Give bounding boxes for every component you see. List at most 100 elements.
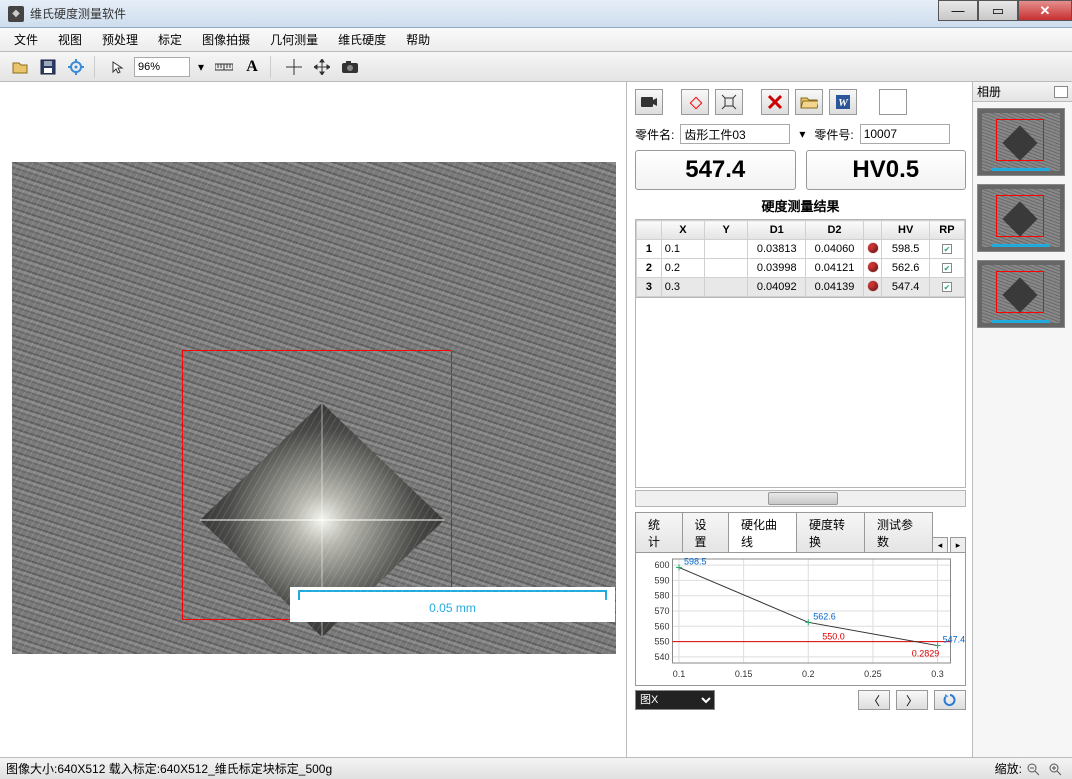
- th-d1[interactable]: D1: [748, 221, 806, 240]
- delete-icon[interactable]: [761, 89, 789, 115]
- album-title: 相册: [977, 83, 1001, 100]
- part-number-label: 零件号:: [814, 126, 853, 143]
- table-empty-area: [635, 298, 966, 488]
- expand-icon[interactable]: [715, 89, 743, 115]
- zoom-select[interactable]: [134, 57, 190, 77]
- chart-axis-select[interactable]: 图X: [635, 690, 715, 710]
- svg-text:590: 590: [654, 575, 669, 585]
- hardening-chart: 5405505605705805906000.10.150.20.250.355…: [635, 552, 966, 686]
- roi-rectangle[interactable]: [182, 350, 452, 620]
- svg-text:580: 580: [654, 591, 669, 601]
- tab-scroll-left[interactable]: ◂: [932, 537, 948, 553]
- zoom-out-icon[interactable]: [1025, 761, 1041, 777]
- statusbar: 图像大小:640X512 载入标定:640X512_维氏标定块标定_500g 缩…: [0, 757, 1072, 779]
- album-thumb[interactable]: [977, 260, 1065, 328]
- part-name-label: 零件名:: [635, 126, 674, 143]
- album-panel: 相册: [972, 82, 1072, 757]
- svg-text:600: 600: [654, 560, 669, 570]
- result-title: 硬度测量结果: [635, 196, 966, 215]
- menu-file[interactable]: 文件: [4, 28, 48, 51]
- menu-preprocess[interactable]: 预处理: [92, 28, 148, 51]
- camera-icon[interactable]: [338, 55, 362, 79]
- pointer-icon[interactable]: [106, 55, 130, 79]
- ruler-icon[interactable]: [212, 55, 236, 79]
- svg-text:570: 570: [654, 606, 669, 616]
- th-hv[interactable]: HV: [882, 221, 929, 240]
- word-export-icon[interactable]: W: [829, 89, 857, 115]
- open-icon[interactable]: [8, 55, 32, 79]
- maximize-button[interactable]: ▭: [978, 0, 1018, 21]
- th-d2[interactable]: D2: [806, 221, 864, 240]
- svg-text:550: 550: [654, 637, 669, 647]
- svg-text:598.5: 598.5: [684, 556, 707, 566]
- indentation-diamond: [192, 390, 452, 650]
- zoom-label: 缩放:: [995, 760, 1022, 777]
- svg-text:W: W: [838, 97, 849, 109]
- svg-text:562.6: 562.6: [813, 611, 836, 621]
- table-row[interactable]: 10.10.038130.04060598.5: [637, 240, 965, 259]
- move-icon[interactable]: [310, 55, 334, 79]
- th-y[interactable]: Y: [705, 221, 748, 240]
- chart-next-button[interactable]: 〉: [896, 690, 928, 710]
- main-toolbar: ▾ A: [0, 52, 1072, 82]
- status-text: 图像大小:640X512 载入标定:640X512_维氏标定块标定_500g: [6, 760, 332, 777]
- th-index[interactable]: [637, 221, 662, 240]
- blank-button[interactable]: [879, 89, 907, 115]
- tabs-row: 统计 设置 硬化曲线 硬度转换 测试参数 ◂ ▸: [635, 511, 966, 553]
- menubar: 文件 视图 预处理 标定 图像拍摄 几何测量 维氏硬度 帮助: [0, 28, 1072, 52]
- th-x[interactable]: X: [661, 221, 704, 240]
- minimize-button[interactable]: —: [938, 0, 978, 21]
- tab-test-params[interactable]: 测试参数: [864, 512, 933, 553]
- menu-help[interactable]: 帮助: [396, 28, 440, 51]
- window-title: 维氏硬度测量软件: [30, 5, 126, 22]
- part-name-select[interactable]: [680, 124, 790, 144]
- scale-bar: 0.05 mm: [290, 587, 615, 622]
- svg-text:0.2: 0.2: [802, 669, 815, 679]
- folder-open-icon[interactable]: [795, 89, 823, 115]
- svg-text:0.25: 0.25: [864, 669, 882, 679]
- close-button[interactable]: ✕: [1018, 0, 1072, 21]
- zoom-dropdown-icon[interactable]: ▾: [194, 55, 208, 79]
- hv-value-display: 547.4: [635, 150, 796, 190]
- th-rp[interactable]: RP: [929, 221, 964, 240]
- scale-label: 0.05 mm: [290, 601, 615, 615]
- crosshair-icon[interactable]: [282, 55, 306, 79]
- part-number-input[interactable]: [860, 124, 950, 144]
- menu-view[interactable]: 视图: [48, 28, 92, 51]
- svg-text:0.1: 0.1: [673, 669, 686, 679]
- chart-prev-button[interactable]: 〈: [858, 690, 890, 710]
- microscope-image: 0.05 mm: [12, 162, 616, 654]
- th-marker[interactable]: [863, 221, 882, 240]
- tab-convert[interactable]: 硬度转换: [796, 512, 865, 553]
- chart-refresh-button[interactable]: [934, 690, 966, 710]
- table-row[interactable]: 30.30.040920.04139547.4: [637, 278, 965, 297]
- tab-settings[interactable]: 设置: [682, 512, 730, 553]
- image-panel[interactable]: 0.05 mm: [0, 82, 626, 757]
- table-row[interactable]: 20.20.039980.04121562.6: [637, 259, 965, 278]
- text-icon[interactable]: A: [240, 55, 264, 79]
- album-popout-icon[interactable]: [1054, 86, 1068, 98]
- table-hscroll[interactable]: [635, 490, 966, 507]
- zoom-in-icon[interactable]: [1047, 761, 1063, 777]
- svg-text:547.4: 547.4: [943, 635, 965, 645]
- measurement-panel: W 零件名: ▾ 零件号: 547.4 HV0.5 硬度测量结果: [626, 82, 972, 757]
- tab-hardening-curve[interactable]: 硬化曲线: [728, 512, 797, 554]
- app-icon: ◆: [8, 6, 24, 22]
- album-thumb[interactable]: [977, 108, 1065, 176]
- settings-icon[interactable]: [64, 55, 88, 79]
- video-icon[interactable]: [635, 89, 663, 115]
- menu-capture[interactable]: 图像拍摄: [192, 28, 260, 51]
- menu-geometry[interactable]: 几何测量: [260, 28, 328, 51]
- menu-calibrate[interactable]: 标定: [148, 28, 192, 51]
- hv-scale-display: HV0.5: [806, 150, 967, 190]
- result-table[interactable]: X Y D1 D2 HV RP 10.10.038130.04060598.52…: [635, 219, 966, 298]
- album-thumb[interactable]: [977, 184, 1065, 252]
- tab-scroll-right[interactable]: ▸: [950, 537, 966, 553]
- save-icon[interactable]: [36, 55, 60, 79]
- diamond-detect-icon[interactable]: [681, 89, 709, 115]
- tab-stats[interactable]: 统计: [635, 512, 683, 553]
- menu-vickers[interactable]: 维氏硬度: [328, 28, 396, 51]
- svg-text:0.15: 0.15: [735, 669, 753, 679]
- svg-text:560: 560: [654, 621, 669, 631]
- titlebar: ◆ 维氏硬度测量软件 — ▭ ✕: [0, 0, 1072, 28]
